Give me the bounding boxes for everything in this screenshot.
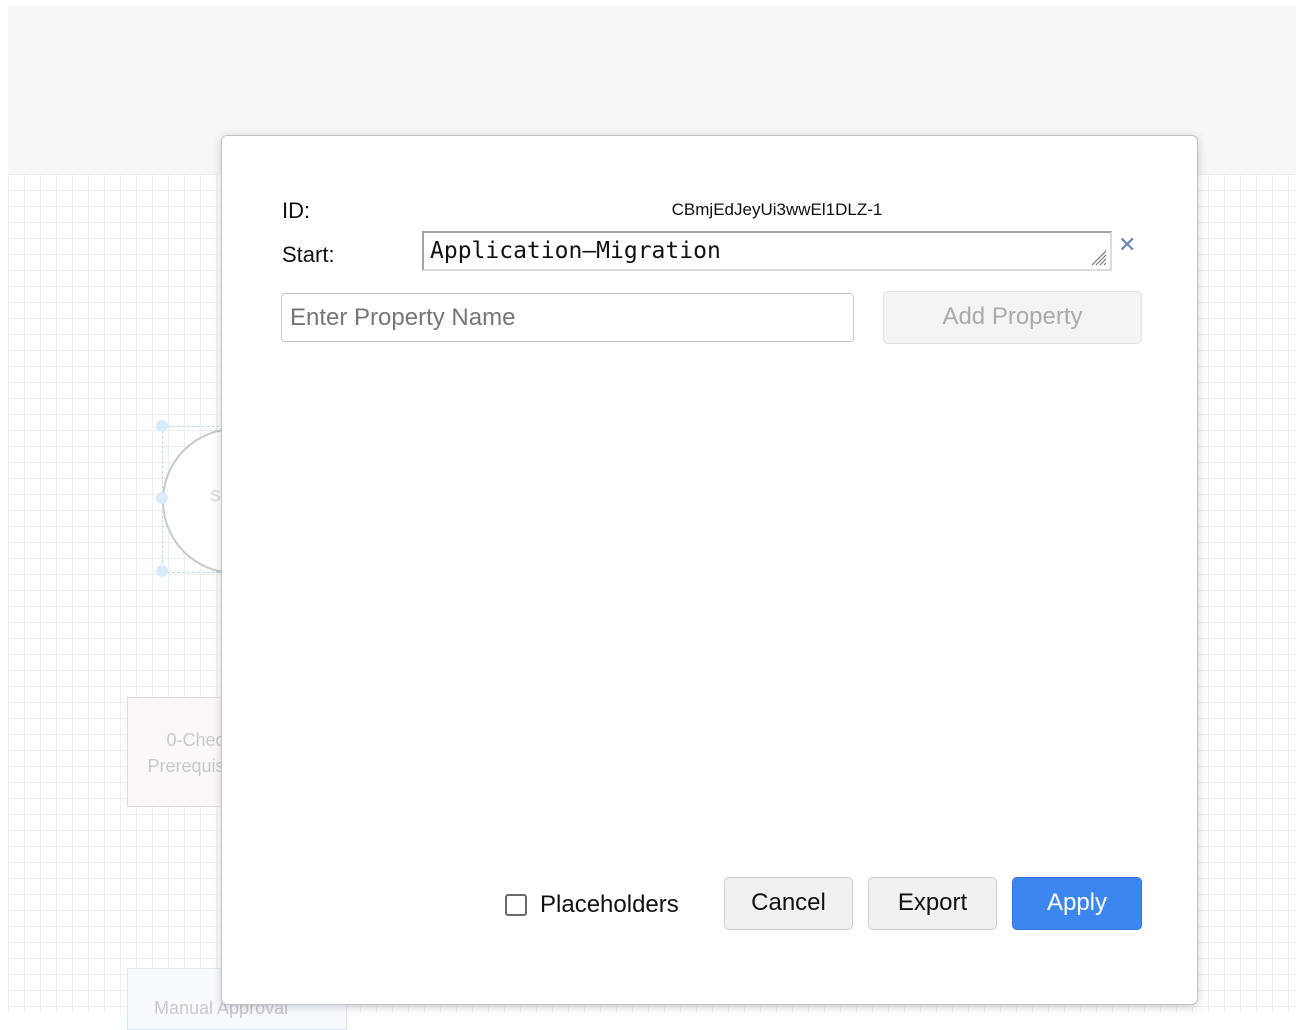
id-label: ID: bbox=[282, 198, 311, 223]
start-value-text: Application–Migration bbox=[430, 238, 721, 264]
start-label: Start: bbox=[282, 242, 335, 267]
apply-button[interactable]: Apply bbox=[1012, 877, 1142, 930]
edit-data-dialog: ID: CBmjEdJeyUi3wwEl1DLZ-1 Start: Applic… bbox=[221, 135, 1198, 1005]
close-icon[interactable]: ✕ bbox=[1118, 232, 1136, 258]
export-button[interactable]: Export bbox=[868, 877, 997, 930]
add-property-button[interactable]: Add Property bbox=[883, 291, 1142, 344]
cancel-button[interactable]: Cancel bbox=[724, 877, 853, 930]
resize-grip-icon[interactable] bbox=[1086, 245, 1108, 267]
id-value: CBmjEdJeyUi3wwEl1DLZ-1 bbox=[671, 200, 883, 219]
property-name-input[interactable] bbox=[281, 293, 854, 342]
placeholders-option[interactable]: Placeholders bbox=[505, 891, 679, 919]
placeholders-checkbox[interactable] bbox=[505, 894, 527, 916]
start-value-field[interactable]: Application–Migration bbox=[422, 231, 1112, 271]
start-event-label: S bbox=[210, 488, 221, 505]
placeholders-label: Placeholders bbox=[540, 891, 679, 918]
resize-handle-middle-left[interactable] bbox=[156, 492, 168, 504]
resize-handle-top-left[interactable] bbox=[156, 420, 168, 432]
resize-handle-bottom-left[interactable] bbox=[156, 565, 168, 577]
